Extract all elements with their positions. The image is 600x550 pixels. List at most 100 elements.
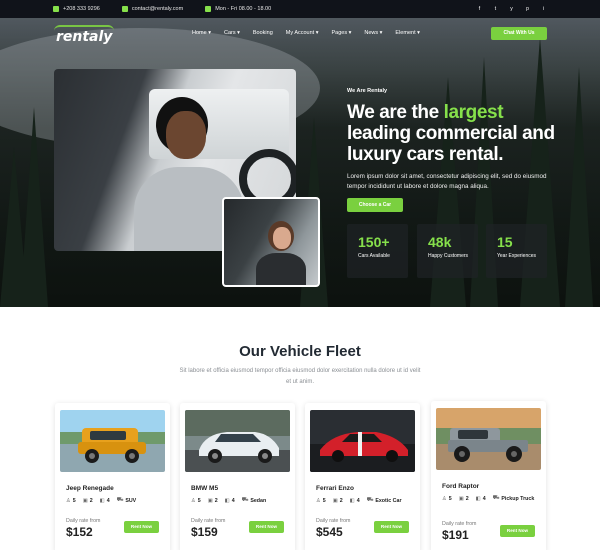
phone-icon xyxy=(53,6,59,12)
rent-now-button[interactable]: Rent Now xyxy=(124,521,159,533)
brand-name: rentaly xyxy=(56,29,113,45)
vehicle-card[interactable]: Ford Raptor ♙ 5 ▣ 2 ◧ 4 ⛟ Pickup Truck Daily… xyxy=(431,401,546,550)
hero-intro: Lorem ipsum dolor sit amet, consectetur … xyxy=(347,173,547,190)
nav-item-pages[interactable]: Pages ▾ xyxy=(331,30,351,36)
nav-item-my-account[interactable]: My Account ▾ xyxy=(286,30,319,36)
luggage-icon: ▣ xyxy=(458,495,464,502)
car-name: Ford Raptor xyxy=(442,483,480,490)
stat-cars: 150+ Cars Available xyxy=(347,224,408,278)
fleet-title: Our Vehicle Fleet xyxy=(239,343,361,360)
stat-label: Happy Customers xyxy=(428,253,469,259)
luggage-icon: ▣ xyxy=(207,497,213,504)
hero-headline: We are the largest leading commercial an… xyxy=(347,102,555,165)
doors-spec: ◧ 4 xyxy=(349,497,360,504)
seats-spec: ♙ 5 xyxy=(191,497,201,504)
type-spec: ⛟ Exotic Car xyxy=(366,497,402,504)
type-spec: ⛟ SUV xyxy=(116,497,137,504)
rent-now-button[interactable]: Rent Now xyxy=(249,521,284,533)
fleet-subtitle: Sit labore et officia eiusmod tempor off… xyxy=(179,368,421,385)
stat-value: 150+ xyxy=(358,234,390,250)
rent-now-button[interactable]: Rent Now xyxy=(374,521,409,533)
bags-spec: ▣ 2 xyxy=(458,495,469,502)
bags-spec: ▣ 2 xyxy=(82,497,93,504)
doors-spec: ◧ 4 xyxy=(475,495,486,502)
hero-section: rentaly Home ▾ Cars ▾ Booking My Account… xyxy=(0,18,600,307)
door-icon: ◧ xyxy=(99,497,105,504)
pinterest-icon[interactable]: p xyxy=(524,6,531,13)
stat-experience: 15 Year Experiences xyxy=(486,224,547,278)
phone-info[interactable]: +208 333 9296 xyxy=(53,6,100,12)
luggage-icon: ▣ xyxy=(332,497,338,504)
door-icon: ◧ xyxy=(475,495,481,502)
car-name: Ferrari Enzo xyxy=(316,485,354,492)
car-specs: ♙ 5 ▣ 2 ◧ 4 ⛟ Exotic Car xyxy=(316,497,416,504)
email-info[interactable]: contact@rentaly.com xyxy=(121,6,184,12)
car-type-icon: ⛟ xyxy=(366,497,374,503)
luggage-icon: ▣ xyxy=(82,497,88,504)
nav-item-cars[interactable]: Cars ▾ xyxy=(224,30,240,36)
car-photo-ferrari xyxy=(310,410,415,472)
chat-with-us-button[interactable]: Chat With Us xyxy=(491,27,547,40)
door-icon: ◧ xyxy=(224,497,230,504)
youtube-icon[interactable]: y xyxy=(508,6,515,13)
car-price: $152 xyxy=(66,525,93,539)
nav-item-element[interactable]: Element ▾ xyxy=(395,30,419,36)
car-type-icon: ⛟ xyxy=(492,495,500,501)
car-price: $545 xyxy=(316,525,343,539)
hours-text: Mon - Fri 08.00 - 18.00 xyxy=(215,6,272,12)
person-icon: ♙ xyxy=(191,497,196,504)
car-type-icon: ⛟ xyxy=(116,497,124,503)
rate-label: Daily rate from xyxy=(191,518,226,524)
email-text: contact@rentaly.com xyxy=(131,6,184,12)
type-spec: ⛟ Pickup Truck xyxy=(492,495,535,502)
nav-item-news[interactable]: News ▾ xyxy=(364,30,382,36)
car-specs: ♙ 5 ▣ 2 ◧ 4 ⛟ Pickup Truck xyxy=(442,495,542,502)
vehicle-card[interactable]: Ferrari Enzo ♙ 5 ▣ 2 ◧ 4 ⛟ Exotic Car Daily … xyxy=(305,403,420,550)
headline-accent: largest xyxy=(443,102,504,123)
car-type-icon: ⛟ xyxy=(241,497,249,503)
car-specs: ♙ 5 ▣ 2 ◧ 4 ⛟ SUV xyxy=(66,497,166,504)
hero-photo-passenger xyxy=(222,197,320,287)
door-icon: ◧ xyxy=(349,497,355,504)
top-info-bar: +208 333 9296 contact@rentaly.com Mon - … xyxy=(0,0,600,18)
facebook-icon[interactable]: f xyxy=(476,6,483,13)
car-photo-jeep xyxy=(60,410,165,472)
rate-label: Daily rate from xyxy=(442,521,477,527)
instagram-icon[interactable]: i xyxy=(540,6,547,13)
seats-spec: ♙ 5 xyxy=(442,495,452,502)
person-icon: ♙ xyxy=(442,495,447,502)
type-spec: ⛟ Sedan xyxy=(241,497,267,504)
bags-spec: ▣ 2 xyxy=(332,497,343,504)
stat-value: 15 xyxy=(497,234,513,250)
car-specs: ♙ 5 ▣ 2 ◧ 4 ⛟ Sedan xyxy=(191,497,291,504)
nav-item-booking[interactable]: Booking xyxy=(253,30,273,36)
nav-item-home[interactable]: Home ▾ xyxy=(192,30,211,36)
envelope-icon xyxy=(121,6,128,12)
bags-spec: ▣ 2 xyxy=(207,497,218,504)
car-photo-ford-raptor xyxy=(436,408,541,470)
vehicle-card[interactable]: BMW M5 ♙ 5 ▣ 2 ◧ 4 ⛟ Sedan Daily rate from $… xyxy=(180,403,295,550)
car-name: BMW M5 xyxy=(191,485,219,492)
hero-tagline: We Are Rentaly xyxy=(347,88,388,94)
person-icon: ♙ xyxy=(316,497,321,504)
car-price: $159 xyxy=(191,525,218,539)
car-photo-bmw xyxy=(185,410,290,472)
main-nav: Home ▾ Cars ▾ Booking My Account ▾ Pages… xyxy=(192,30,420,36)
rent-now-button[interactable]: Rent Now xyxy=(500,525,535,537)
stat-label: Cars Available xyxy=(358,253,390,259)
doors-spec: ◧ 4 xyxy=(224,497,235,504)
brand-logo[interactable]: rentaly xyxy=(54,25,114,45)
vehicle-card[interactable]: Jeep Renegade ♙ 5 ▣ 2 ◧ 4 ⛟ SUV Daily rate f… xyxy=(55,403,170,550)
stat-value: 48k xyxy=(428,234,452,250)
clock-icon xyxy=(205,6,212,12)
seats-spec: ♙ 5 xyxy=(66,497,76,504)
car-logo-icon xyxy=(54,25,114,31)
doors-spec: ◧ 4 xyxy=(99,497,110,504)
twitter-icon[interactable]: t xyxy=(492,6,499,13)
car-price: $191 xyxy=(442,528,469,542)
seats-spec: ♙ 5 xyxy=(316,497,326,504)
choose-a-car-button[interactable]: Choose a Car xyxy=(347,198,403,212)
phone-text: +208 333 9296 xyxy=(63,6,100,12)
hours-info: Mon - Fri 08.00 - 18.00 xyxy=(205,6,271,12)
car-name: Jeep Renegade xyxy=(66,485,114,492)
